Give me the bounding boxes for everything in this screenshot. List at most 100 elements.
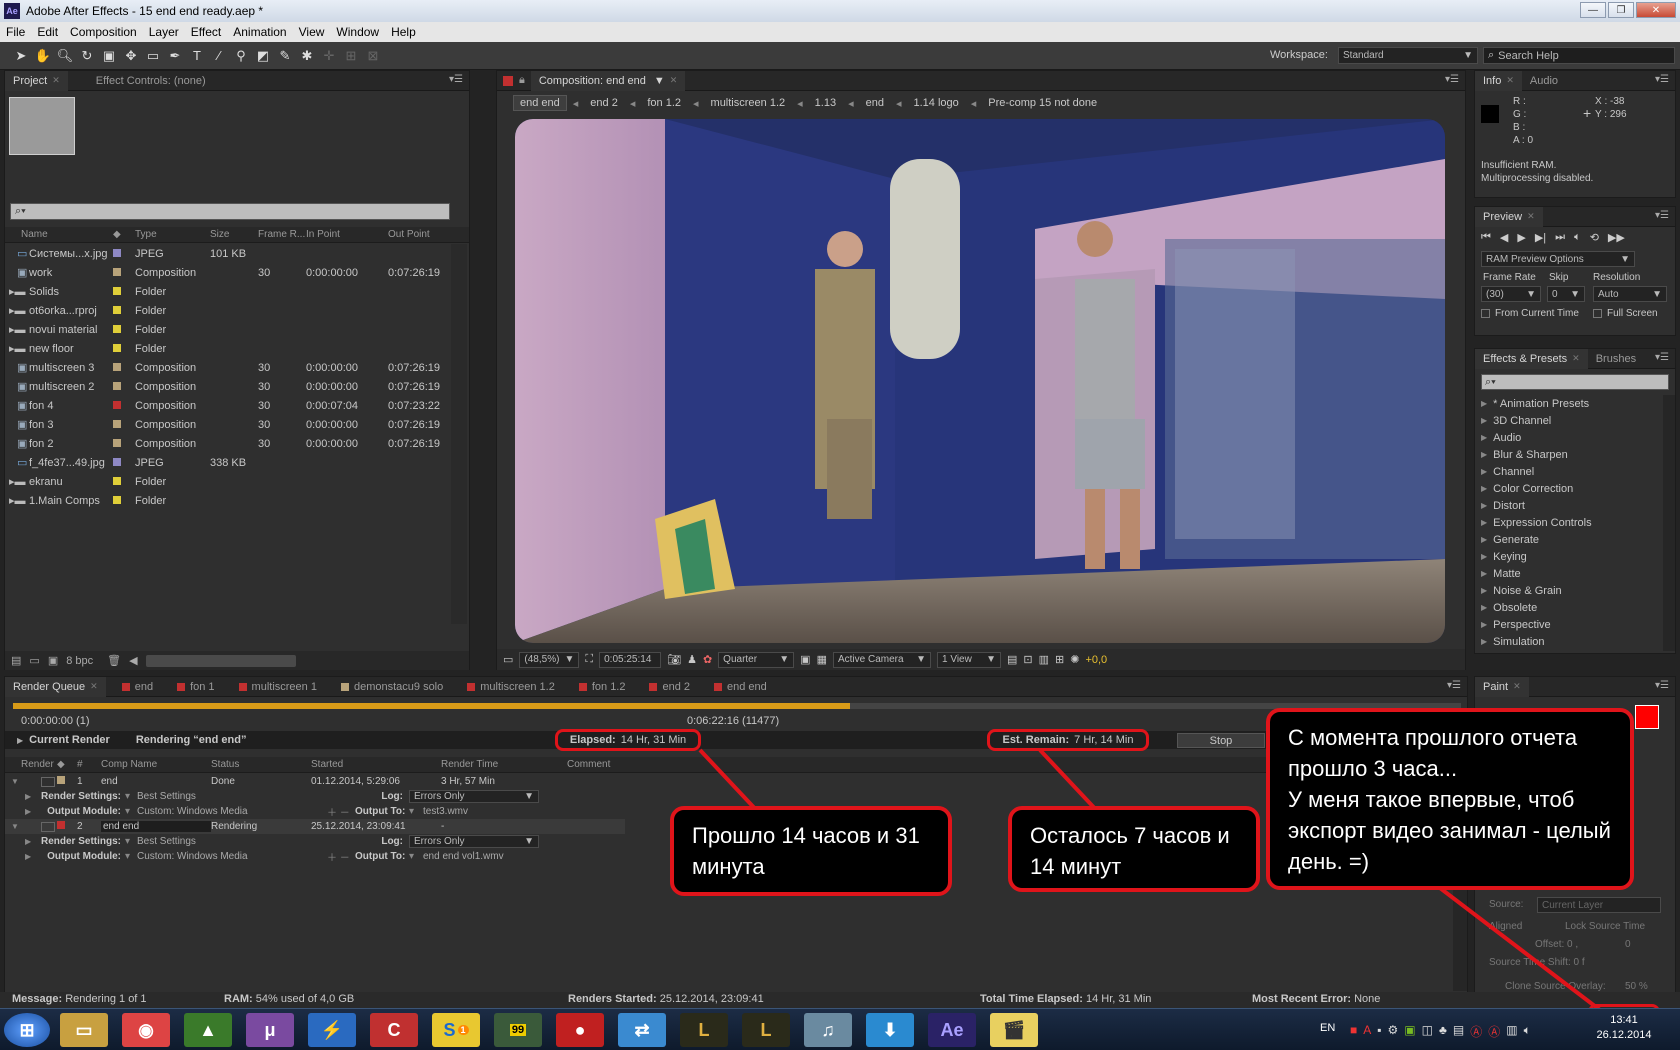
item-label-color[interactable]	[113, 248, 121, 257]
clone-source-overlay-value[interactable]: 50 %	[1625, 981, 1648, 992]
teamviewer-icon[interactable]: ⇄	[618, 1013, 666, 1047]
loop-icon[interactable]: ⟲	[1590, 231, 1599, 244]
item-label-color[interactable]	[113, 476, 121, 485]
full-screen-checkbox[interactable]: Full Screen	[1593, 308, 1658, 319]
expand-triangle-icon[interactable]: ▶	[5, 792, 31, 801]
view-layout-dropdown[interactable]: 1 View ▼	[936, 651, 1001, 668]
project-item[interactable]: ▸▬ Solids Folder	[5, 282, 451, 301]
zoom-dropdown[interactable]: (48,5%) ▼	[519, 651, 580, 668]
play-icon[interactable]: ▶	[1517, 231, 1525, 244]
render-checkbox[interactable]	[41, 776, 55, 787]
effect-category[interactable]: ▶ * Animation Presets	[1481, 395, 1657, 412]
eraser-tool-icon[interactable]: ◩	[252, 46, 274, 66]
tab-composition[interactable]: Composition: end end ▼ ✕	[530, 70, 686, 91]
col-frame-rate[interactable]: Frame R...	[258, 229, 306, 240]
dropdown-arrow-icon[interactable]: ▾	[125, 836, 137, 847]
col-number[interactable]: #	[77, 759, 101, 770]
tab-audio[interactable]: Audio	[1522, 71, 1566, 91]
always-preview-icon[interactable]: ▭	[503, 653, 513, 666]
setting-value[interactable]: Best Settings	[137, 791, 327, 802]
menu-edit[interactable]: Edit	[31, 25, 64, 39]
tab-render-5[interactable]: multiscreen 1.2	[459, 677, 563, 697]
ccleaner-icon[interactable]: C	[370, 1013, 418, 1047]
col-comment[interactable]: Comment	[567, 759, 657, 770]
tray-icon-acrobat[interactable]: A	[1363, 1023, 1371, 1040]
app-icon-green[interactable]: ▲	[184, 1013, 232, 1047]
project-search-input[interactable]: ⌕▾	[10, 203, 450, 220]
tray-icon-av2[interactable]: Ⓐ	[1488, 1023, 1500, 1040]
workspace-dropdown[interactable]: Standard ▼	[1338, 47, 1478, 64]
league-icon[interactable]: L	[680, 1013, 728, 1047]
clapper-icon[interactable]: 🎬︎	[990, 1013, 1038, 1047]
tab-render-1[interactable]: end	[114, 677, 161, 697]
project-item[interactable]: ▸▬ ekranu Folder	[5, 472, 451, 491]
tab-render-4[interactable]: demonstacu9 solo	[333, 677, 451, 697]
expand-triangle-icon[interactable]: ▶	[5, 837, 31, 846]
output-file[interactable]: test3.wmv	[423, 806, 543, 817]
transparency-grid-icon[interactable]: ▦	[817, 653, 827, 666]
region-of-interest-icon[interactable]: ⛶	[585, 653, 593, 666]
effect-category[interactable]: ▶ Generate	[1481, 531, 1657, 548]
item-label-color[interactable]	[113, 438, 121, 447]
from-current-time-checkbox[interactable]: From Current Time	[1481, 308, 1579, 319]
effect-category[interactable]: ▶ Noise & Grain	[1481, 582, 1657, 599]
dropdown-arrow-icon[interactable]: ▾	[409, 851, 423, 862]
exposure-value[interactable]: +0,0	[1085, 654, 1107, 666]
next-frame-icon[interactable]: ▶|	[1535, 231, 1546, 244]
tray-icon-6[interactable]: ◫	[1422, 1023, 1433, 1040]
zoom-tool-icon[interactable]: 🔍︎	[54, 46, 76, 66]
breadcrumb-item[interactable]: Pre-comp 15 not done	[982, 96, 1103, 110]
tab-preview[interactable]: Preview ✕	[1475, 206, 1543, 227]
flowchart-icon[interactable]: ⊞	[1055, 653, 1064, 666]
paint-time-shift[interactable]: Source Time Shift: 0 f	[1489, 957, 1585, 968]
hand-tool-icon[interactable]: ✋	[32, 46, 54, 66]
channel-icon[interactable]: ✿	[703, 653, 712, 666]
project-item[interactable]: ▸▬ new floor Folder	[5, 339, 451, 358]
tab-project[interactable]: Project ✕	[5, 70, 68, 91]
effect-category[interactable]: ▶ Matte	[1481, 565, 1657, 582]
tray-icon-av1[interactable]: Ⓐ	[1470, 1023, 1482, 1040]
project-item[interactable]: ▸▬ ot6orka...rproj Folder	[5, 301, 451, 320]
project-hscrollbar[interactable]	[145, 654, 296, 667]
clock[interactable]: 13:41 26.12.2014	[1590, 1013, 1658, 1043]
effect-category[interactable]: ▶ Channel	[1481, 463, 1657, 480]
tab-render-0[interactable]: Render Queue ✕	[5, 676, 106, 697]
effect-category[interactable]: ▶ Blur & Sharpen	[1481, 446, 1657, 463]
render-checkbox[interactable]	[41, 821, 55, 832]
panel-menu-icon[interactable]: ▾☰	[1655, 680, 1669, 691]
menu-effect[interactable]: Effect	[185, 25, 227, 39]
type-tool-icon[interactable]: T	[186, 46, 208, 66]
tab-paint[interactable]: Paint ✕	[1475, 676, 1529, 697]
camera-dropdown[interactable]: Active Camera ▼	[832, 651, 931, 668]
roto-brush-tool-icon[interactable]: ✎	[274, 46, 296, 66]
tab-brushes[interactable]: Brushes	[1588, 349, 1644, 369]
foreground-color-swatch[interactable]	[1635, 705, 1659, 729]
chrome-icon[interactable]: ◉	[122, 1013, 170, 1047]
tab-info[interactable]: Info ✕	[1475, 70, 1522, 91]
resolution-dropdown[interactable]: Quarter ▼	[718, 651, 795, 668]
setting-value[interactable]: Best Settings	[137, 836, 327, 847]
preview-resolution-dropdown[interactable]: Auto ▼	[1593, 286, 1667, 302]
menu-composition[interactable]: Composition	[64, 25, 143, 39]
tray-icon-3[interactable]: ▪	[1377, 1023, 1381, 1040]
bittorrent-icon[interactable]: μ	[246, 1013, 294, 1047]
log-dropdown[interactable]: Errors Only ▼	[409, 835, 539, 848]
media-icon[interactable]: ●	[556, 1013, 604, 1047]
paint-offset-value[interactable]: Offset: 0 ,	[1535, 939, 1578, 950]
ram-preview-icon[interactable]: ▶▶	[1608, 231, 1625, 244]
item-label-color[interactable]	[113, 286, 121, 295]
breadcrumb-item[interactable]: end	[860, 96, 890, 110]
project-item[interactable]: ▭ f_4fe37...49.jpg JPEG 338 KB	[5, 453, 451, 472]
comp-flowchart-icon[interactable]: ▥	[1039, 653, 1049, 666]
interpret-footage-icon[interactable]: ▤	[11, 654, 21, 667]
snapshot-icon[interactable]: 📷︎	[667, 653, 681, 666]
tab-effects-presets[interactable]: Effects & Presets ✕	[1475, 348, 1588, 369]
setting-value[interactable]: Custom: Windows Media	[137, 851, 327, 862]
effects-search-input[interactable]: ⌕▾	[1481, 374, 1669, 390]
render-item-row[interactable]: ▼ 2 end end Rendering 25.12.2014, 23:09:41 -	[5, 819, 625, 834]
col-type[interactable]: Type	[135, 229, 210, 240]
item-label-color[interactable]	[113, 381, 121, 390]
tray-icon-7[interactable]: ♣	[1439, 1023, 1447, 1040]
effect-category[interactable]: ▶ Obsolete	[1481, 599, 1657, 616]
effect-category[interactable]: ▶ Audio	[1481, 429, 1657, 446]
